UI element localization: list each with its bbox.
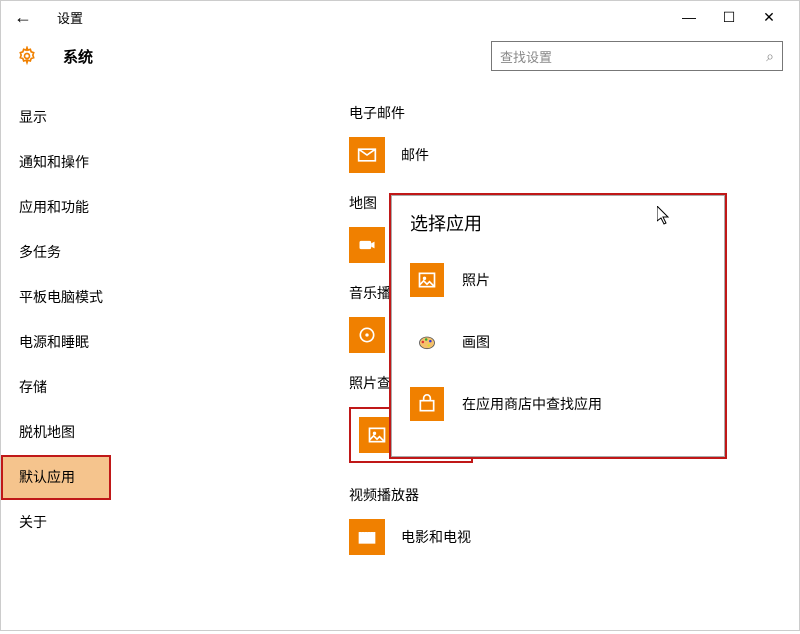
popup-title: 选择应用 <box>410 210 706 236</box>
maximize-button[interactable]: ☐ <box>719 9 739 26</box>
popup-item-photos[interactable]: 照片 <box>410 254 706 306</box>
app-name: 邮件 <box>401 145 429 165</box>
search-placeholder: 查找设置 <box>500 47 552 66</box>
sidebar-item-power[interactable]: 电源和睡眠 <box>1 320 329 365</box>
sidebar-item-offline-maps[interactable]: 脱机地图 <box>1 410 329 455</box>
popup-item-paint[interactable]: 画图 <box>410 316 706 368</box>
sidebar-item-storage[interactable]: 存储 <box>1 365 329 410</box>
sidebar-item-tablet[interactable]: 平板电脑模式 <box>1 275 329 320</box>
app-name: 电影和电视 <box>401 527 471 547</box>
store-icon <box>410 387 444 421</box>
mail-icon <box>349 137 385 173</box>
section-email: 电子邮件 <box>349 103 799 123</box>
minimize-button[interactable]: — <box>679 9 699 26</box>
back-button[interactable]: ← <box>9 7 37 28</box>
sidebar-item-default-apps[interactable]: 默认应用 <box>1 455 111 500</box>
video-icon <box>349 519 385 555</box>
sidebar-item-about[interactable]: 关于 <box>1 500 329 545</box>
sidebar-item-notifications[interactable]: 通知和操作 <box>1 140 329 185</box>
search-input[interactable]: 查找设置 ⌕ <box>491 41 783 71</box>
window-controls: — ☐ ✕ <box>679 9 791 26</box>
sidebar-item-display[interactable]: 显示 <box>1 95 329 140</box>
section-video: 视频播放器 <box>349 485 799 505</box>
photo-icon <box>359 417 395 453</box>
sidebar-item-apps[interactable]: 应用和功能 <box>1 185 329 230</box>
window-title: 设置 <box>57 8 83 27</box>
gear-icon <box>17 46 37 66</box>
popup-item-label: 画图 <box>462 332 490 352</box>
default-app-video[interactable]: 电影和电视 <box>349 519 799 555</box>
page-title: 系统 <box>63 46 93 67</box>
sidebar: 显示 通知和操作 应用和功能 多任务 平板电脑模式 电源和睡眠 存储 脱机地图 … <box>1 85 329 634</box>
photo-icon <box>410 263 444 297</box>
close-button[interactable]: ✕ <box>759 9 779 26</box>
sidebar-item-multitask[interactable]: 多任务 <box>1 230 329 275</box>
titlebar: ← 设置 — ☐ ✕ <box>1 1 799 33</box>
app-picker-popup: 选择应用 照片 画图 在应用商店中查找应用 <box>391 195 725 457</box>
camera-icon <box>349 227 385 263</box>
music-icon <box>349 317 385 353</box>
popup-item-store[interactable]: 在应用商店中查找应用 <box>410 378 706 430</box>
search-icon: ⌕ <box>766 48 774 65</box>
popup-item-label: 在应用商店中查找应用 <box>462 394 602 414</box>
default-app-email[interactable]: 邮件 <box>349 137 799 173</box>
popup-item-label: 照片 <box>462 270 490 290</box>
header: 系统 查找设置 ⌕ <box>1 33 799 85</box>
paint-icon <box>410 325 444 359</box>
